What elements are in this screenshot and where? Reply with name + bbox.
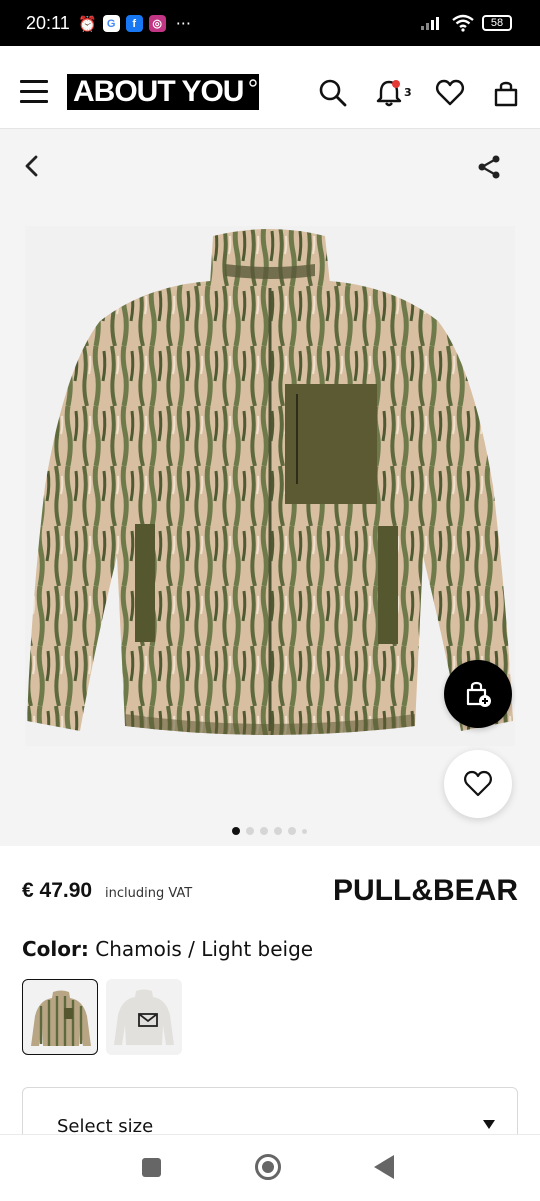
status-time: 20:11 <box>26 13 70 33</box>
status-system-icons: 58 <box>420 14 512 32</box>
bag-icon[interactable] <box>491 78 521 108</box>
status-bar: 20:11 ⏰ G f ◎ ··· 58 <box>0 0 540 46</box>
pagination-dot[interactable] <box>232 827 240 835</box>
color-label: Color: <box>22 937 89 961</box>
more-notifications: ··· <box>175 14 191 33</box>
color-value: Chamois / Light beige <box>95 937 314 961</box>
pagination-dot[interactable] <box>274 827 282 835</box>
color-info: Color: Chamois / Light beige <box>22 937 313 961</box>
vat-note: including VAT <box>105 886 193 901</box>
google-app-icon: G <box>102 15 120 32</box>
system-navigation-bar <box>0 1134 540 1201</box>
gallery-pagination <box>232 827 307 835</box>
caret-down-icon <box>483 1120 495 1129</box>
product-price: € 47.90 <box>22 879 93 902</box>
about-you-logo[interactable]: ABOUT YOU <box>67 74 260 110</box>
home-button[interactable] <box>255 1154 281 1180</box>
swatch-jacket-image <box>31 990 91 1046</box>
pagination-dot[interactable] <box>260 827 268 835</box>
menu-icon <box>20 80 48 83</box>
system-back-button[interactable] <box>374 1155 394 1179</box>
wifi-icon <box>452 14 474 32</box>
status-app-icons: ⏰ G f ◎ ··· <box>78 14 191 33</box>
add-to-bag-icon <box>466 681 491 707</box>
pagination-dot[interactable] <box>302 828 307 834</box>
logo-text: ABOUT YOU <box>67 74 250 110</box>
product-gallery[interactable] <box>0 129 540 846</box>
signal-icon <box>421 17 439 30</box>
battery-indicator: 58 <box>482 15 512 31</box>
color-swatch-camo[interactable] <box>22 979 98 1055</box>
notification-count: 3 <box>404 86 412 99</box>
price-row: € 47.90 including VAT PULL&BEAR <box>22 874 518 908</box>
add-to-wishlist-button[interactable] <box>444 750 512 818</box>
swatch-jacket-image <box>114 989 174 1045</box>
top-navigation: ABOUT YOU 3 <box>0 56 540 129</box>
color-swatches <box>22 979 182 1055</box>
facebook-app-icon: f <box>125 15 143 32</box>
back-chevron-icon[interactable] <box>20 154 44 178</box>
brand-name[interactable]: PULL&BEAR <box>333 874 518 908</box>
heart-icon[interactable] <box>435 78 465 108</box>
heart-outline-icon <box>464 770 492 797</box>
bell-icon[interactable] <box>374 78 404 108</box>
product-image[interactable] <box>25 226 515 746</box>
menu-button[interactable] <box>20 80 48 104</box>
share-icon[interactable] <box>476 154 502 180</box>
add-to-bag-button[interactable] <box>444 660 512 728</box>
logo-mark-icon <box>249 74 260 110</box>
instagram-app-icon: ◎ <box>148 15 166 32</box>
color-swatch-light[interactable] <box>106 979 182 1055</box>
alarm-icon: ⏰ <box>78 14 97 33</box>
pagination-dot[interactable] <box>288 827 296 835</box>
search-icon[interactable] <box>318 78 348 108</box>
recent-apps-button[interactable] <box>142 1158 161 1177</box>
pagination-dot[interactable] <box>246 827 254 835</box>
